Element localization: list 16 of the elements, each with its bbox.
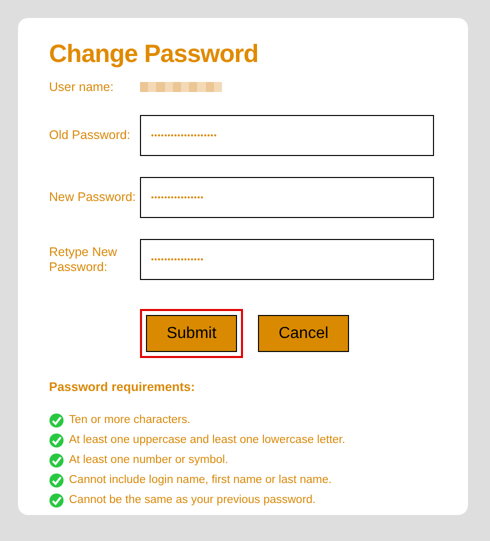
requirements-heading: Password requirements:	[49, 380, 196, 394]
field-label: User name:	[49, 80, 115, 94]
password-field[interactable]: ••••••••••••••••	[140, 239, 434, 280]
requirement-text: Cannot include login name, first name or last name.	[69, 474, 332, 486]
password-field[interactable]: ••••••••••••••••	[140, 177, 434, 218]
password-field[interactable]: ••••••••••••••••••••	[140, 115, 434, 156]
page-title: Change Password	[49, 40, 260, 69]
requirement-text: Ten or more characters.	[69, 414, 190, 426]
cancel-button[interactable]: Cancel	[258, 315, 349, 352]
field-label: Retype New Password:	[49, 244, 118, 274]
requirement-text: Cannot be the same as your previous password.	[69, 494, 316, 506]
field-label: New Password:	[49, 190, 137, 205]
requirement-text: At least one uppercase and least one lowercase letter.	[69, 434, 346, 446]
field-label: Old Password:	[49, 128, 132, 143]
requirement-text: At least one number or symbol.	[69, 454, 228, 466]
submit-button[interactable]: Submit	[146, 315, 237, 352]
